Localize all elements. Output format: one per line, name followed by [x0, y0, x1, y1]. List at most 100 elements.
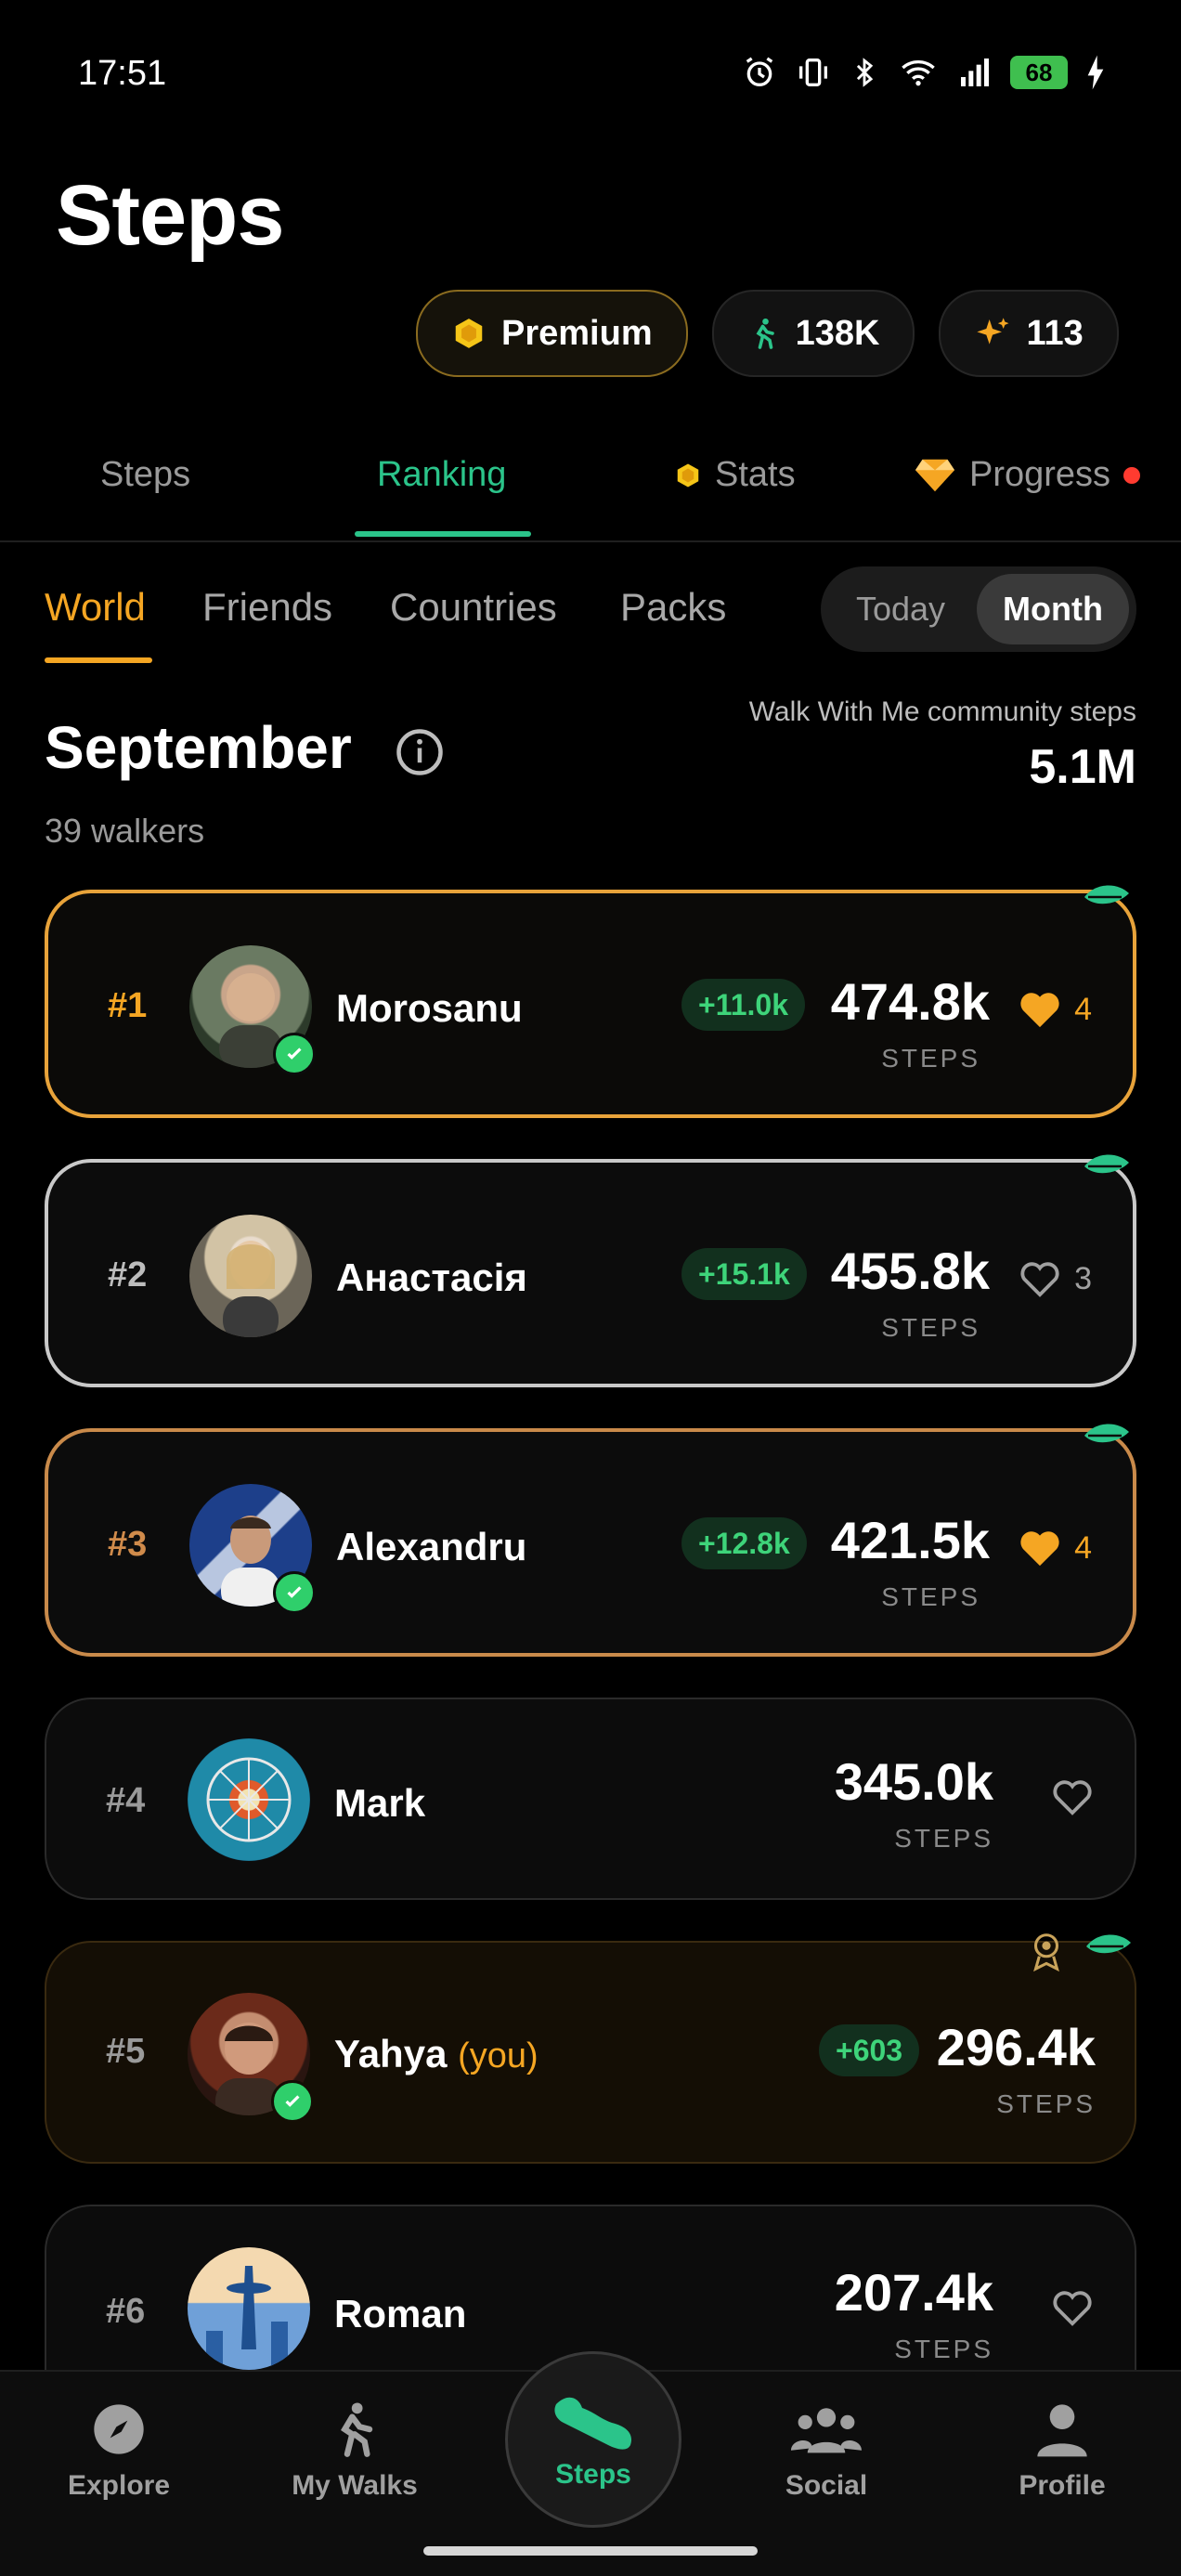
you-tag: (you) — [458, 2036, 539, 2075]
shoe-icon — [554, 2397, 632, 2450]
rank: #6 — [106, 2292, 146, 2331]
nav-profile[interactable]: Profile — [969, 2400, 1155, 2502]
home-indicator[interactable] — [423, 2546, 758, 2556]
heart-filled-icon — [1020, 1531, 1059, 1567]
leaf-icon — [1084, 1154, 1129, 1174]
vibrate-icon — [799, 59, 827, 86]
steps-label: STEPS — [894, 2335, 993, 2363]
heart-outline-icon — [1053, 2291, 1092, 2326]
charging-icon — [1087, 55, 1104, 90]
status-icons: 68 — [741, 54, 1107, 91]
tab-progress[interactable]: Progress — [914, 455, 1141, 495]
status-time: 17:51 — [78, 54, 167, 93]
subtab-indicator — [45, 657, 152, 663]
top-tabs: Steps Ranking Stats Progress — [0, 446, 1181, 542]
total-steps-chip[interactable]: 138K — [711, 290, 915, 377]
nav-my-walks-label: My Walks — [292, 2470, 418, 2501]
leaf-icon — [1086, 1934, 1131, 1954]
avatar[interactable] — [189, 1215, 312, 1337]
nav-steps[interactable]: Steps — [505, 2351, 681, 2528]
steps-value: 421.5k — [830, 1511, 990, 1569]
steps-label: STEPS — [881, 1313, 980, 1342]
tab-ranking-label: Ranking — [377, 455, 507, 494]
sparkles-value: 113 — [1026, 313, 1084, 353]
period-toggle: Today Month — [821, 566, 1136, 652]
active-tab-indicator — [355, 531, 531, 537]
user-name-text: Yahya — [334, 2032, 448, 2075]
tab-stats[interactable]: Stats — [674, 455, 796, 495]
user-name: Yahya (you) — [334, 2032, 539, 2076]
info-icon[interactable] — [395, 727, 445, 777]
person-icon — [1037, 2404, 1087, 2457]
likes-count: 3 — [1074, 1260, 1092, 1296]
ferris-wheel-icon — [206, 1757, 292, 1842]
leaderboard-card-3[interactable]: #3 Alexandru +12.8k 421.5k STEPS 4 — [45, 1424, 1136, 1657]
community-value: 5.1M — [1029, 740, 1136, 794]
user-name: Roman — [334, 2292, 467, 2335]
steps-value: 345.0k — [834, 1752, 993, 1811]
premium-coin-icon — [455, 319, 483, 348]
signal-icon — [961, 59, 989, 86]
heart-filled-icon — [1020, 993, 1059, 1028]
steps-value: 207.4k — [834, 2263, 993, 2322]
steps-label: STEPS — [996, 2089, 1096, 2118]
nav-social[interactable]: Social — [733, 2400, 919, 2502]
user-name: Morosanu — [336, 986, 523, 1030]
nav-my-walks[interactable]: My Walks — [262, 2400, 448, 2502]
sparkles-chip[interactable]: 113 — [939, 290, 1119, 377]
subtab-friends[interactable]: Friends — [202, 585, 332, 630]
header-chips: Premium 138K 113 — [416, 290, 1119, 377]
avatar[interactable] — [188, 1738, 310, 1861]
heart-outline-icon — [1020, 1262, 1059, 1297]
steps-delta: +11.0k — [681, 979, 805, 1031]
premium-chip[interactable]: Premium — [416, 290, 688, 377]
avatar-face-icon — [223, 1241, 279, 1337]
subtab-countries[interactable]: Countries — [390, 585, 557, 630]
steps-value: 455.8k — [830, 1242, 990, 1300]
avatar[interactable] — [188, 2247, 310, 2370]
verified-badge-icon — [273, 1571, 316, 1614]
like-button[interactable] — [1051, 2288, 1094, 2327]
tab-stats-label: Stats — [715, 455, 796, 494]
walking-icon — [341, 2402, 373, 2457]
steps-value: 296.4k — [936, 2018, 1096, 2076]
wifi-icon — [902, 60, 935, 86]
period-month[interactable]: Month — [977, 574, 1129, 644]
leaderboard-card-4[interactable]: #4 Mark 345.0k STEPS — [45, 1698, 1136, 1900]
period-today[interactable]: Today — [828, 574, 973, 644]
steps-label: STEPS — [881, 1582, 980, 1611]
nav-explore[interactable]: Explore — [26, 2400, 212, 2502]
like-button[interactable] — [1051, 1777, 1094, 1816]
bluetooth-icon — [856, 58, 874, 87]
rank: #4 — [106, 1781, 146, 1820]
nav-steps-label: Steps — [555, 2459, 631, 2490]
battery-indicator: 68 — [1010, 56, 1068, 89]
leaderboard-card-5-you[interactable]: #5 Yahya (you) +603 296.4k STEPS — [45, 1933, 1136, 2164]
page-title: Steps — [56, 168, 285, 263]
tab-steps[interactable]: Steps — [100, 455, 190, 495]
nav-social-label: Social — [785, 2470, 868, 2501]
bottom-nav: Explore My Walks Steps Social Profile — [0, 2351, 1181, 2576]
tab-ranking[interactable]: Ranking — [377, 455, 506, 495]
trophy-icon — [1033, 1933, 1059, 1972]
subtab-packs[interactable]: Packs — [620, 585, 726, 630]
rank: #3 — [108, 1525, 148, 1564]
like-button[interactable]: 4 — [1019, 1529, 1092, 1568]
like-button[interactable]: 3 — [1019, 1259, 1092, 1298]
heart-outline-icon — [1053, 1780, 1092, 1815]
people-icon — [791, 2408, 862, 2453]
verified-badge-icon — [271, 2080, 314, 2123]
like-button[interactable]: 4 — [1019, 990, 1092, 1029]
user-name: Alexandru — [336, 1525, 527, 1568]
user-name: Mark — [334, 1781, 426, 1825]
user-name: Анастасія — [336, 1255, 527, 1299]
steps-label: STEPS — [894, 1824, 993, 1853]
leaderboard-card-1[interactable]: #1 Morosanu +11.0k 474.8k STEPS 4 — [45, 885, 1136, 1118]
stats-coin-icon — [677, 463, 699, 487]
tab-progress-label: Progress — [969, 455, 1111, 494]
subtab-world[interactable]: World — [45, 585, 146, 630]
month-label: September — [45, 714, 352, 781]
steps-label: STEPS — [881, 1044, 980, 1073]
leaderboard-card-2[interactable]: #2 Анастасія +15.1k 455.8k STEPS 3 — [45, 1154, 1136, 1387]
tab-steps-label: Steps — [100, 455, 191, 494]
